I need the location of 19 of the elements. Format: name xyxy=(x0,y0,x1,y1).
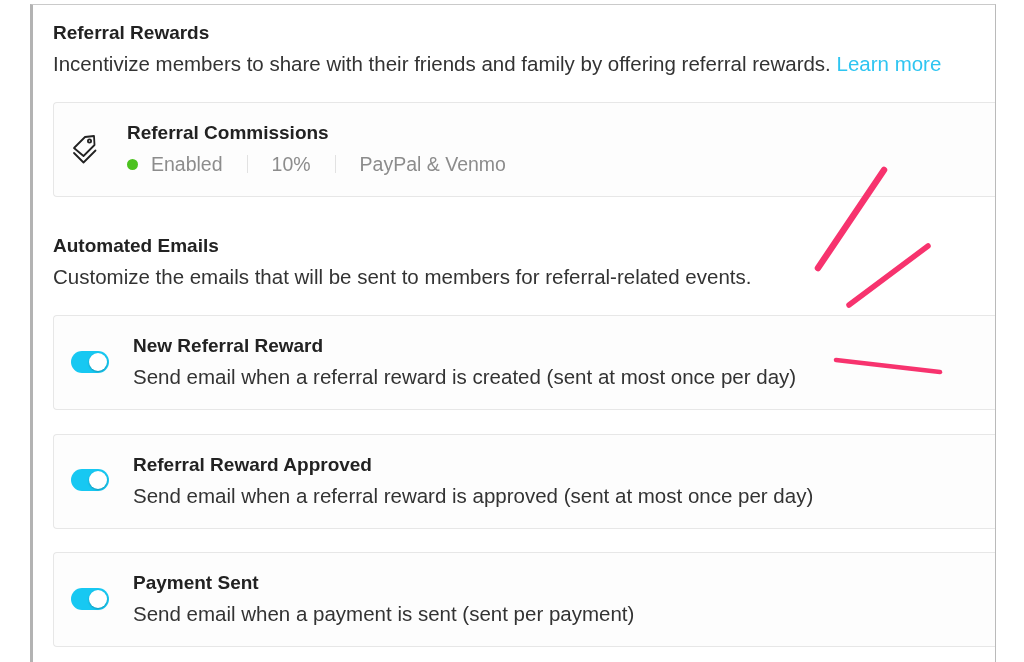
email-title: New Referral Reward xyxy=(133,334,325,358)
section-heading: Automated Emails xyxy=(53,234,220,258)
payout-methods: PayPal & Venmo xyxy=(359,152,506,177)
toggle-switch[interactable] xyxy=(71,469,109,491)
status-text: Enabled xyxy=(151,152,223,177)
email-title: Referral Reward Approved xyxy=(133,452,373,477)
tags-icon xyxy=(72,132,98,165)
email-description: Send email when a payment is sent (sent per payment) xyxy=(133,601,635,627)
learn-more-link[interactable]: Learn more xyxy=(836,52,942,75)
email-description: Send email when a referral reward is created (sent at most once per day) xyxy=(133,364,797,390)
section-description: Incentivize members to share with their friends and family by offering referral rewards. Learn more xyxy=(53,51,943,77)
email-title: Payment Sent xyxy=(133,571,260,595)
section-description: Customize the emails that will be sent to members for referral-related events. xyxy=(53,264,753,290)
email-description: Send email when a referral reward is approved (sent at most once per day) xyxy=(133,482,814,509)
commission-rate: 10% xyxy=(271,152,311,177)
toggle-switch[interactable] xyxy=(71,587,109,610)
section-heading: Referral Rewards xyxy=(53,21,211,45)
toggle-switch[interactable] xyxy=(71,350,109,373)
program-title: Referral Commissions xyxy=(127,121,330,145)
